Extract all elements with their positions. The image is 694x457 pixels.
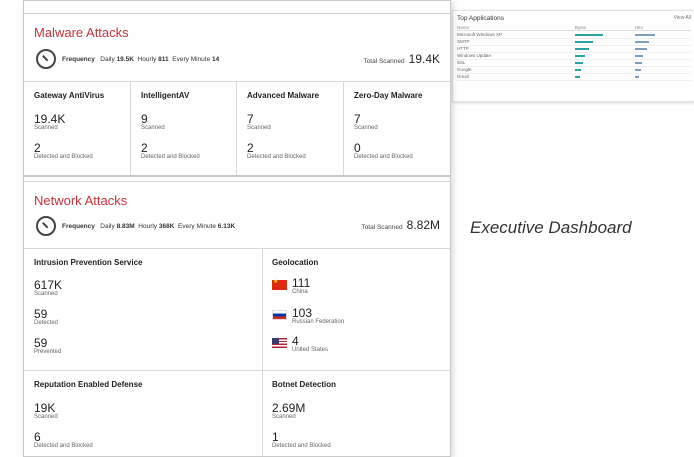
blocked-label: Detected and Blocked xyxy=(354,154,413,160)
panel-top-edge xyxy=(24,1,450,14)
divider xyxy=(236,81,237,175)
executive-dashboard-caption: Executive Dashboard xyxy=(470,218,632,237)
detected-label: Detected xyxy=(34,320,59,326)
divider xyxy=(24,81,450,82)
scanned-value: 19.4K xyxy=(34,112,66,126)
blocked-value: 2 xyxy=(34,141,41,155)
section-divider xyxy=(24,175,450,177)
table-row[interactable]: SSL xyxy=(457,60,691,67)
scanned-label: Scanned xyxy=(34,291,58,297)
prevented-label: Prevented xyxy=(34,349,62,355)
scanned-label: Scanned xyxy=(141,125,165,131)
geo-country: China xyxy=(292,289,308,295)
column-hits: Hits xyxy=(635,25,643,30)
prevented-value: 59 xyxy=(34,336,48,350)
blocked-label: Detected and Blocked xyxy=(141,154,200,160)
malware-total-scanned: Total Scanned 19.4K xyxy=(363,52,440,66)
geo-country: Russian Federation xyxy=(292,319,345,325)
column-bytes: Bytes xyxy=(575,25,587,30)
scanned-value: 617K xyxy=(34,278,63,292)
card-title: IntelligentAV xyxy=(141,91,190,100)
divider xyxy=(262,248,263,456)
scanned-label: Scanned xyxy=(34,414,58,420)
top-applications-header: Name Bytes Hits xyxy=(457,25,691,31)
russia-flag-icon xyxy=(272,310,287,320)
scanned-value: 19K xyxy=(34,401,56,415)
blocked-label: Detected and Blocked xyxy=(272,443,331,449)
card-title: Advanced Malware xyxy=(247,91,320,100)
table-row[interactable]: HTTP xyxy=(457,46,691,53)
divider xyxy=(343,81,344,175)
view-all-link[interactable]: View All xyxy=(674,15,691,21)
divider xyxy=(24,370,450,371)
blocked-label: Detected and Blocked xyxy=(34,443,93,449)
malware-attacks-title: Malware Attacks xyxy=(34,25,129,40)
blocked-label: Detected and Blocked xyxy=(247,154,306,160)
divider xyxy=(130,81,131,175)
card-title: Intrusion Prevention Service xyxy=(34,258,143,267)
top-applications-title: Top Applications xyxy=(457,15,504,22)
frequency-gauge-icon xyxy=(36,216,56,236)
scanned-value: 2.69M xyxy=(272,401,306,415)
scanned-label: Scanned xyxy=(34,125,58,131)
scanned-label: Scanned xyxy=(272,414,296,420)
scanned-label: Scanned xyxy=(247,125,271,131)
section-divider xyxy=(24,181,450,182)
scanned-value: 7 xyxy=(247,112,254,126)
blocked-value: 2 xyxy=(247,141,254,155)
frequency-gauge-icon xyxy=(36,49,56,69)
scanned-value: 7 xyxy=(354,112,361,126)
table-row[interactable]: Windows Update xyxy=(457,53,691,60)
geo-count: 4 xyxy=(292,334,299,348)
network-total-scanned: Total Scanned 8.82M xyxy=(361,218,440,232)
card-title: Zero-Day Malware xyxy=(354,91,423,100)
us-flag-icon xyxy=(272,338,287,348)
geo-count: 111 xyxy=(292,276,311,290)
geo-count: 103 xyxy=(292,306,313,320)
geo-country: United States xyxy=(292,347,329,353)
blocked-value: 6 xyxy=(34,430,41,444)
china-flag-icon xyxy=(272,278,287,290)
scanned-label: Scanned xyxy=(354,125,378,131)
table-row[interactable]: Gmail xyxy=(457,74,691,81)
card-title: Reputation Enabled Defense xyxy=(34,380,143,389)
top-applications-thumbnail: Top Applications View All Name Bytes Hit… xyxy=(452,10,694,102)
blocked-value: 2 xyxy=(141,141,148,155)
blocked-value: 0 xyxy=(354,141,361,155)
scanned-value: 9 xyxy=(141,112,148,126)
detected-value: 59 xyxy=(34,307,48,321)
network-attacks-title: Network Attacks xyxy=(34,193,128,208)
blocked-value: 1 xyxy=(272,430,279,444)
network-frequency: Frequency Daily 8.83M Hourly 368K Every … xyxy=(62,223,236,230)
table-row[interactable]: SMTP xyxy=(457,39,691,46)
table-row[interactable]: Google xyxy=(457,67,691,74)
blocked-label: Detected and Blocked xyxy=(34,154,93,160)
card-title: Botnet Detection xyxy=(272,380,336,389)
card-title: Geolocation xyxy=(272,258,319,267)
malware-frequency: Frequency Daily 19.5K Hourly 811 Every M… xyxy=(62,56,220,63)
column-name: Name xyxy=(457,25,470,30)
divider xyxy=(24,248,450,249)
security-summary-panel: Malware Attacks Frequency Daily 19.5K Ho… xyxy=(23,0,451,457)
card-title: Gateway AntiVirus xyxy=(34,91,105,100)
table-row[interactable]: Microsoft Windows XP xyxy=(457,32,691,39)
